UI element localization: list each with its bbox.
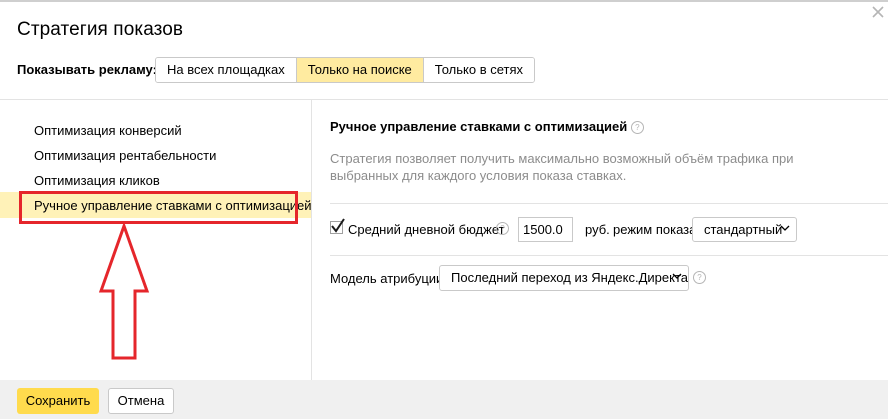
show-ads-option-search[interactable]: Только на поиске — [296, 58, 424, 82]
strategy-item-conversions[interactable]: Оптимизация конверсий — [34, 123, 182, 138]
strategy-description: Стратегия позволяет получить максимально… — [330, 151, 794, 183]
show-ads-segmented-control: На всех площадках Только на поиске Тольк… — [155, 57, 536, 83]
show-ads-label: Показывать рекламу: — [17, 62, 157, 77]
attribution-value: Последний переход из Яндекс.Директа — [451, 270, 689, 285]
help-icon[interactable]: ? — [630, 121, 644, 135]
strategy-details-title: Ручное управление ставками с оптимизацие… — [330, 119, 644, 135]
display-mode-select[interactable]: стандартный — [692, 217, 797, 242]
show-ads-option-all[interactable]: На всех площадках — [156, 58, 297, 82]
strategy-item-clicks[interactable]: Оптимизация кликов — [34, 173, 160, 188]
budget-checkbox[interactable] — [330, 218, 345, 234]
dialog-top-border — [0, 0, 888, 2]
attribution-label: Модель атрибуции: — [330, 271, 447, 286]
header-divider — [0, 99, 888, 100]
currency-label: руб. — [585, 222, 610, 237]
cancel-button[interactable]: Отмена — [108, 388, 174, 414]
budget-input[interactable]: 1500.0 — [518, 217, 573, 242]
show-ads-option-networks[interactable]: Только в сетях — [423, 58, 535, 82]
display-mode-value: стандартный — [704, 222, 783, 237]
chevron-down-icon — [780, 225, 790, 231]
close-icon[interactable] — [869, 4, 887, 22]
annotation-arrow-icon — [98, 223, 150, 360]
chevron-down-icon — [672, 273, 682, 279]
strategy-item-profitability[interactable]: Оптимизация рентабельности — [34, 148, 216, 163]
attribution-select[interactable]: Последний переход из Яндекс.Директа — [439, 265, 689, 291]
strategy-details-title-text: Ручное управление ставками с оптимизацие… — [330, 119, 628, 134]
display-mode-label: режим показа — [613, 222, 697, 237]
dialog-title: Стратегия показов — [17, 19, 184, 40]
annotation-highlight-box — [19, 191, 298, 224]
column-divider — [311, 100, 312, 380]
checkmark-icon — [331, 218, 345, 233]
section-divider — [330, 203, 888, 204]
section-divider-2 — [330, 255, 888, 256]
save-button[interactable]: Сохранить — [17, 388, 99, 414]
budget-help-icon[interactable]: ? — [496, 222, 509, 235]
budget-label: Средний дневной бюджет — [348, 222, 505, 237]
attribution-help-icon[interactable]: ? — [693, 271, 706, 284]
